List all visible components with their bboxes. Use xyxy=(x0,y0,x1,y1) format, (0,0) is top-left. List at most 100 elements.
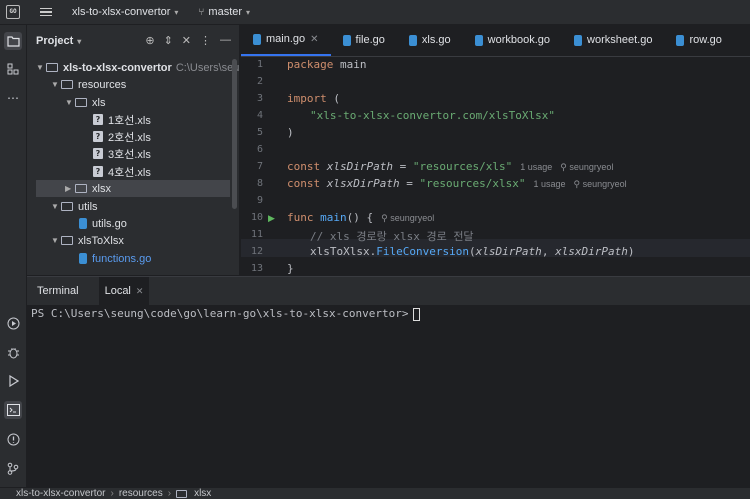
close-icon[interactable]: ✕ xyxy=(136,286,144,297)
tree-root[interactable]: ▼ xls-to-xlsx-convertor C:\Users\seung xyxy=(36,59,239,76)
branch-name: master xyxy=(208,6,243,18)
keyword: package xyxy=(287,58,334,71)
tree-item-label: 1호선.xls xyxy=(108,114,151,127)
line-number: 9 xyxy=(256,195,263,206)
tree-item-resources[interactable]: ▼ resources xyxy=(51,76,126,93)
tree-item-file[interactable]: utils.go xyxy=(79,215,127,232)
const-name: xlsxDirPath xyxy=(326,177,400,190)
run-icon[interactable] xyxy=(4,372,22,390)
tab-local[interactable]: Local ✕ xyxy=(98,277,150,305)
terminal-icon[interactable] xyxy=(4,401,22,419)
string-literal: "xls-to-xlsx-convertor.com/xlsToXlsx" xyxy=(310,109,556,122)
debug-icon[interactable] xyxy=(4,343,22,361)
code-line: xlsToXlsx.FileConversion(xlsDirPath, xls… xyxy=(310,245,635,258)
code-line: } xyxy=(287,262,294,275)
services-icon[interactable] xyxy=(4,314,22,332)
tree-item-label: xlsx xyxy=(92,182,111,195)
project-selector[interactable]: xls-to-xlsx-convertor ▾ xyxy=(72,6,178,18)
tree-item-file[interactable]: ? 2호선.xls xyxy=(93,128,151,145)
person-icon: ⚲ xyxy=(381,213,391,223)
code-line: ) xyxy=(287,126,294,139)
string-literal: "resources/xls" xyxy=(412,160,513,173)
chevron-right-icon: ▶ xyxy=(65,184,72,193)
folder-icon xyxy=(46,63,58,72)
project-panel-title: Project xyxy=(36,35,74,47)
author-hint: ⚲ seungryeol xyxy=(573,179,626,189)
main-menu-icon[interactable] xyxy=(40,7,52,17)
tab-workbook-go[interactable]: workbook.go xyxy=(463,24,562,56)
tab-label: main.go xyxy=(266,33,306,45)
code-text: ( xyxy=(326,92,340,105)
tab-worksheet-go[interactable]: worksheet.go xyxy=(562,24,664,56)
line-number: 11 xyxy=(250,229,263,240)
go-file-icon xyxy=(408,34,417,46)
goland-logo: GO xyxy=(6,5,20,19)
problems-icon[interactable] xyxy=(4,430,22,448)
code-text: ) xyxy=(287,126,294,139)
keyword: const xyxy=(287,160,321,173)
xls-file-icon: ? xyxy=(93,148,103,159)
breadcrumb-item[interactable]: xlsx xyxy=(194,488,211,499)
project-scrollbar[interactable] xyxy=(232,59,237,209)
tree-item-xlsx[interactable]: ▶ xlsx xyxy=(36,180,230,197)
tab-row-go[interactable]: row.go xyxy=(664,24,733,56)
tree-item-file[interactable]: ? 4호선.xls xyxy=(93,163,151,180)
title-bar: GO xls-to-xlsx-convertor ▾ ⑂ master ▾ xyxy=(0,0,750,25)
project-panel: Project ▾ ⊕ ⇕ ✕ ⋮ — ▼ xls-to-xlsx-conver… xyxy=(27,25,240,275)
folder-icon xyxy=(61,80,73,89)
line-number: 5 xyxy=(256,127,263,138)
tab-xls-go[interactable]: xls.go xyxy=(397,24,463,56)
tree-item-file[interactable]: ? 3호선.xls xyxy=(93,145,151,162)
tab-label: Local xyxy=(104,285,131,297)
chevron-down-icon: ▾ xyxy=(174,7,179,17)
run-gutter-icon[interactable]: ▶ xyxy=(268,213,275,224)
line-number: 4 xyxy=(256,110,263,121)
chevron-right-icon: › xyxy=(167,488,172,499)
breadcrumb-item[interactable]: resources xyxy=(119,488,163,499)
line-number: 3 xyxy=(256,93,263,104)
terminal-tabs: Terminal Local ✕ xyxy=(27,277,750,305)
person-icon: ⚲ xyxy=(573,179,583,189)
usage-hint[interactable]: 1 usage xyxy=(520,162,552,172)
package-name: xlsToXlsx. xyxy=(310,245,377,258)
tree-item-label: 4호선.xls xyxy=(108,166,151,179)
tree-item-label: utils xyxy=(78,200,98,213)
code-line: import ( xyxy=(287,92,340,105)
tree-item-label: functions.go xyxy=(92,252,152,265)
author-label: seungryeol xyxy=(569,162,614,172)
branch-selector[interactable]: ⑂ master ▾ xyxy=(198,6,250,18)
usage-hint[interactable]: 1 usage xyxy=(533,179,565,189)
expand-all-icon[interactable]: ⇕ xyxy=(164,34,173,47)
collapse-all-icon[interactable]: ✕ xyxy=(182,34,191,47)
tree-item-file[interactable]: functions.go xyxy=(79,250,151,267)
structure-icon[interactable] xyxy=(4,60,22,78)
code-text: () { xyxy=(346,211,374,224)
more-tools-icon[interactable]: ⋯ xyxy=(4,89,22,107)
tree-item-xls[interactable]: ▼ xls xyxy=(65,94,105,111)
line-number: 12 xyxy=(250,246,263,257)
function-name: main xyxy=(320,211,347,224)
tree-item-utils[interactable]: ▼ utils xyxy=(51,198,98,215)
tree-item-xlstoxlsx[interactable]: ▼ xlsToXlsx xyxy=(51,232,124,249)
tree-item-file[interactable]: ? 1호선.xls xyxy=(93,111,151,128)
tab-main-go[interactable]: main.go ✕ xyxy=(241,24,331,56)
tree-item-label: utils.go xyxy=(92,217,127,230)
tab-file-go[interactable]: file.go xyxy=(331,24,397,56)
comment: // xls 경로랑 xlsx 경로 전달 xyxy=(310,230,474,243)
root-path: C:\Users\seung xyxy=(175,61,239,74)
project-folder-icon[interactable] xyxy=(4,32,22,50)
go-file-icon xyxy=(574,34,583,46)
close-icon[interactable]: ✕ xyxy=(310,34,318,45)
terminal-prompt[interactable]: PS C:\Users\seung\code\go\learn-go\xls-t… xyxy=(31,307,420,321)
editor-tabs: main.go ✕ file.go xls.go workbook.go wor… xyxy=(241,25,750,57)
tab-label: row.go xyxy=(689,34,722,46)
hide-panel-icon[interactable]: — xyxy=(220,34,231,47)
git-icon[interactable] xyxy=(4,459,22,477)
go-file-icon xyxy=(474,34,483,46)
options-icon[interactable]: ⋮ xyxy=(200,34,211,47)
tree-item-label: 3호선.xls xyxy=(108,148,151,161)
go-file-icon xyxy=(342,34,351,46)
tree-item-label: resources xyxy=(78,78,127,91)
locate-icon[interactable]: ⊕ xyxy=(145,34,154,47)
breadcrumb-item[interactable]: xls-to-xlsx-convertor xyxy=(16,488,105,499)
